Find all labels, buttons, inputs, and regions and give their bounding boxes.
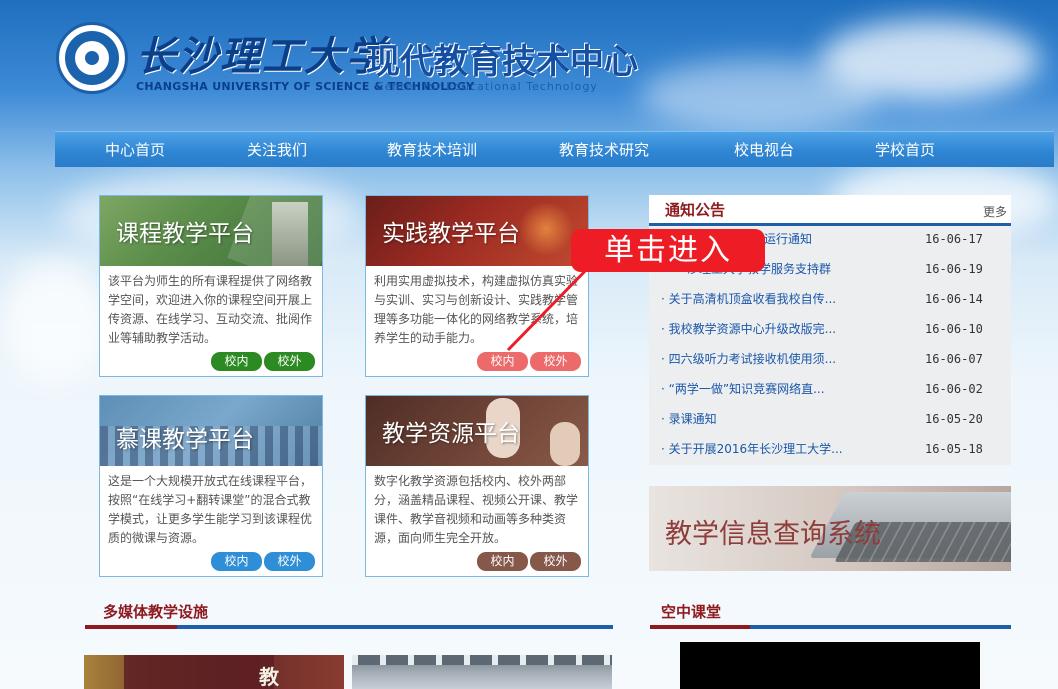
sky-class-video-player[interactable] [680, 642, 980, 689]
teaching-info-banner[interactable]: 教学信息查询系统 [649, 486, 1011, 571]
section-title-multimedia: 多媒体教学设施 [103, 603, 209, 621]
section-divider [650, 625, 750, 629]
multimedia-photo-classroom[interactable] [352, 655, 612, 689]
building-sign-board [124, 655, 274, 689]
section-title-sky-class: 空中课堂 [661, 603, 722, 621]
info-banner-text: 教学信息查询系统 [665, 519, 881, 550]
section-divider [177, 625, 613, 629]
ceiling-lights [352, 655, 612, 665]
building-sign-text: 教 [259, 665, 279, 689]
callout-pointer-line [506, 264, 592, 352]
multimedia-photo-building[interactable]: 教 [84, 655, 344, 689]
callout-pointer [506, 264, 592, 352]
section-divider [750, 625, 1011, 629]
callout-label: 单击进入 [571, 229, 765, 272]
section-divider [85, 625, 177, 629]
